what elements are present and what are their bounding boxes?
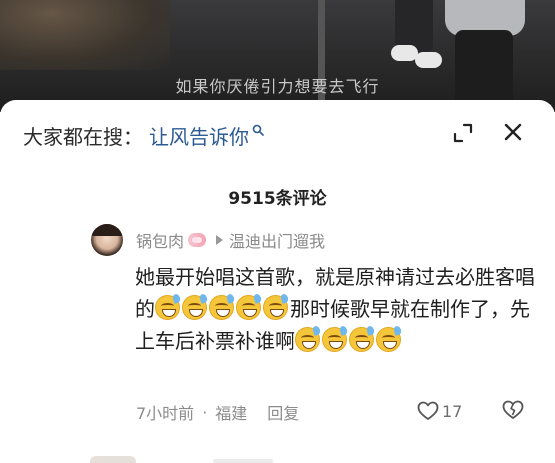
next-comment-text-peek	[213, 459, 273, 463]
grinning-sweat-emoji	[376, 325, 403, 352]
close-icon[interactable]	[501, 120, 525, 144]
like-count: 17	[442, 401, 463, 421]
comment-footer: 7小时前 · 福建 回复	[136, 400, 299, 424]
expand-icon[interactable]	[451, 121, 475, 145]
grinning-sweat-emoji	[182, 293, 209, 320]
comment-username[interactable]: 锅包肉	[136, 228, 184, 252]
next-comment-avatar-peek	[90, 456, 136, 463]
grinning-sweat-emoji	[155, 293, 182, 320]
heart-icon	[417, 401, 439, 420]
broken-heart-icon[interactable]	[502, 400, 524, 420]
avatar[interactable]	[91, 224, 123, 256]
search-suggestion[interactable]: 大家都在搜： 让风告诉你	[23, 121, 264, 150]
search-term-link[interactable]: 让风告诉你	[149, 121, 249, 150]
grinning-sweat-emoji	[209, 293, 236, 320]
grinning-sweat-emoji	[236, 293, 263, 320]
comment-location: 福建	[215, 404, 248, 423]
reply-target-username[interactable]: 温迪出门遛我	[229, 228, 325, 252]
video-floor-shape	[0, 0, 170, 70]
comment-time: 7小时前	[136, 404, 195, 423]
video-person-shoe	[391, 45, 418, 61]
search-prefix-label: 大家都在搜：	[23, 124, 143, 149]
separator-dot: ·	[202, 402, 208, 422]
sticker-badge-icon	[188, 233, 207, 247]
grinning-sweat-emoji	[295, 325, 322, 352]
reply-arrow-icon	[216, 235, 224, 245]
avatar-hair	[91, 224, 123, 236]
reply-button[interactable]: 回复	[267, 400, 299, 424]
grinning-sweat-emoji	[349, 325, 376, 352]
comment-sheet: 大家都在搜： 让风告诉你 9515条评论 锅包肉 温迪出门遛我 她最开始唱这首歌…	[0, 100, 555, 463]
grinning-sweat-emoji	[263, 293, 290, 320]
like-button[interactable]: 17	[417, 399, 462, 423]
grinning-sweat-emoji	[322, 325, 349, 352]
search-icon	[252, 124, 264, 136]
video-subtitle: 如果你厌倦引力想要去飞行	[175, 77, 380, 96]
video-person-shoe	[415, 52, 442, 68]
comment-count-title: 9515条评论	[228, 189, 327, 209]
comment-meta: 锅包肉 温迪出门遛我	[136, 229, 325, 251]
comment-text: 她最开始唱这首歌，就是原神请过去必胜客唱的 那时候歌早就在制作了，先上车后补票补谁…	[135, 261, 535, 357]
video-background: 如果你厌倦引力想要去飞行	[0, 0, 555, 112]
